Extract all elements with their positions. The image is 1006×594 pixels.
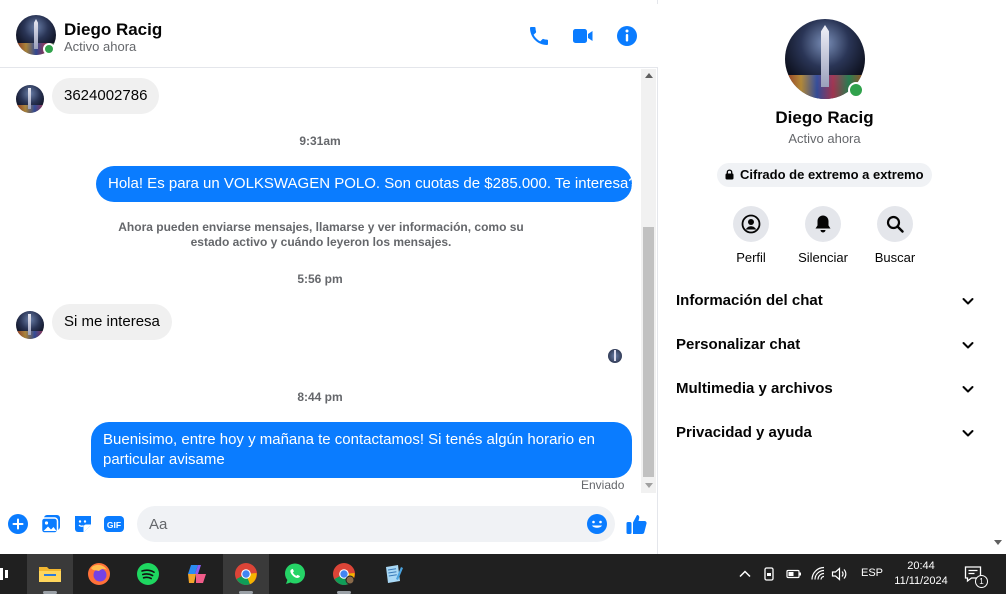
section-title: Multimedia y archivos (676, 380, 833, 397)
firefox-icon (88, 563, 110, 585)
video-call-icon[interactable] (571, 24, 595, 48)
taskbar-chrome-profile[interactable] (321, 554, 367, 594)
device-icon[interactable] (761, 566, 777, 582)
mute-button[interactable]: Silenciar (787, 206, 859, 265)
image-icon[interactable] (40, 513, 62, 535)
taskbar-file-explorer[interactable] (27, 554, 73, 594)
contact-name[interactable]: Diego Racig (64, 20, 162, 40)
message-composer: GIF (0, 502, 658, 546)
sticker-icon[interactable] (72, 513, 94, 535)
conversation-info-panel: Diego Racig Activo ahora Cifrado de extr… (660, 4, 989, 554)
info-contact-status: Activo ahora (788, 131, 861, 146)
chat-panel: Diego Racig Activo ahora 3624002786 9:31… (0, 0, 658, 554)
taskbar-whatsapp[interactable] (272, 554, 318, 594)
bell-icon (815, 215, 831, 233)
contact-status: Activo ahora (64, 39, 137, 54)
seen-indicator-avatar (608, 349, 622, 363)
incoming-message[interactable]: 3624002786 (52, 78, 160, 114)
timestamp-separator: 9:31am (299, 134, 341, 148)
scrollbar-thumb[interactable] (643, 227, 654, 477)
message-list[interactable]: 3624002786 9:31am Hola! Es para un VOLKS… (0, 69, 640, 494)
message-input[interactable] (137, 506, 615, 542)
wifi-icon[interactable] (810, 566, 826, 582)
emoji-icon[interactable] (586, 513, 608, 535)
info-icon[interactable] (615, 24, 639, 48)
search-label: Buscar (874, 250, 916, 265)
page-scrollbar[interactable] (990, 0, 1006, 554)
profile-label: Perfil (736, 250, 766, 265)
search-icon (886, 215, 904, 233)
folder-icon (39, 567, 61, 582)
chat-header: Diego Racig Activo ahora (0, 4, 658, 68)
outgoing-message[interactable]: Hola! Es para un VOLKSWAGEN POLO. Son cu… (96, 166, 640, 202)
scrollbar[interactable] (641, 69, 656, 493)
notepad-icon (386, 565, 403, 583)
taskbar-notepad[interactable] (370, 554, 416, 594)
online-indicator (848, 82, 864, 98)
timestamp-separator: 8:44 pm (297, 390, 343, 404)
timestamp-separator: 5:56 pm (297, 272, 343, 286)
section-title: Personalizar chat (676, 336, 801, 353)
taskbar-firefox[interactable] (76, 554, 122, 594)
copilot-icon (188, 565, 206, 583)
system-notice: Ahora pueden enviarse mensajes, llamarse… (118, 220, 524, 249)
lock-icon (725, 169, 734, 180)
chevron-down-icon (962, 298, 974, 305)
clock-date: 11/11/2024 (894, 575, 948, 587)
clock-time: 20:44 (907, 560, 935, 572)
taskbar-spotify[interactable] (125, 554, 171, 594)
svg-text:GIF: GIF (107, 520, 121, 530)
scroll-down-arrow[interactable] (994, 540, 1002, 545)
battery-icon[interactable] (786, 566, 802, 582)
clock[interactable]: 20:44 11/11/2024 (890, 559, 952, 589)
notification-count-badge: 1 (975, 575, 988, 588)
task-view-icon[interactable] (0, 566, 10, 582)
chrome-profile-icon (333, 563, 355, 585)
scroll-up-arrow[interactable] (641, 69, 656, 83)
phone-icon[interactable] (527, 24, 551, 48)
windows-taskbar: ESP 20:44 11/11/2024 1 (0, 554, 1006, 594)
search-button[interactable]: Buscar (859, 206, 931, 265)
scroll-down-arrow[interactable] (641, 479, 656, 493)
chevron-up-icon[interactable] (737, 566, 753, 582)
sender-avatar[interactable] (16, 85, 44, 113)
section-chat-info[interactable]: Información del chat (676, 289, 976, 313)
profile-button[interactable]: Perfil (715, 206, 787, 265)
chevron-down-icon (962, 430, 974, 437)
profile-icon (741, 214, 761, 234)
info-contact-name: Diego Racig (775, 108, 874, 127)
section-privacy-help[interactable]: Privacidad y ayuda (676, 421, 976, 445)
section-title: Privacidad y ayuda (676, 424, 812, 441)
sender-avatar[interactable] (16, 311, 44, 339)
volume-icon[interactable] (831, 566, 847, 582)
section-title: Información del chat (676, 292, 823, 309)
sent-status: Enviado (581, 478, 625, 492)
online-indicator (43, 43, 55, 55)
gif-icon[interactable]: GIF (103, 513, 125, 535)
chevron-down-icon (962, 386, 974, 393)
thumbs-up-icon[interactable] (625, 512, 649, 536)
outgoing-message[interactable]: Buenisimo, entre hoy y mañana te contact… (91, 422, 632, 478)
plus-icon[interactable] (7, 513, 29, 535)
chrome-icon (235, 563, 257, 585)
spotify-icon (137, 563, 159, 585)
taskbar-copilot[interactable] (174, 554, 220, 594)
section-media-files[interactable]: Multimedia y archivos (676, 377, 976, 401)
e2e-label: Cifrado de extremo a extremo (740, 167, 924, 182)
chevron-down-icon (962, 342, 974, 349)
taskbar-chrome-active[interactable] (223, 554, 269, 594)
mute-label: Silenciar (798, 250, 848, 265)
language-indicator[interactable]: ESP (861, 567, 883, 579)
section-customize-chat[interactable]: Personalizar chat (676, 333, 976, 357)
e2e-encryption-badge[interactable]: Cifrado de extremo a extremo (717, 163, 932, 187)
whatsapp-icon (285, 563, 305, 584)
incoming-message[interactable]: Si me interesa (52, 304, 172, 340)
